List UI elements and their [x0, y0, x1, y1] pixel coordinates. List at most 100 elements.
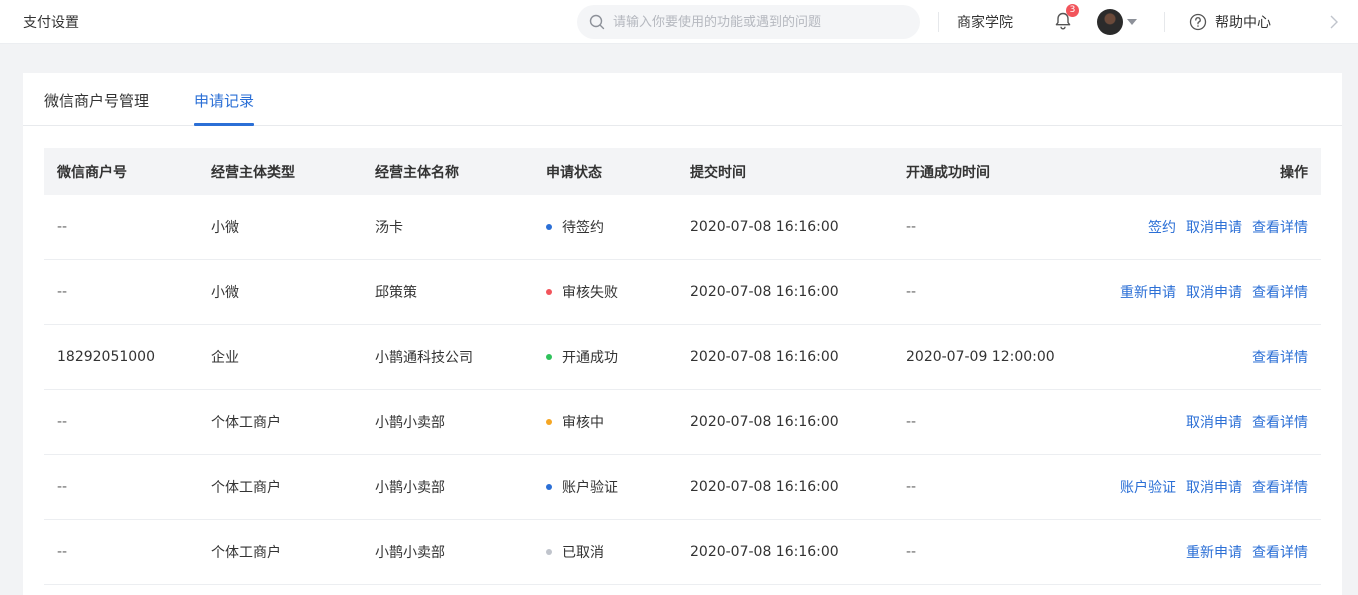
status-cell: 已取消 — [546, 520, 604, 584]
action-link[interactable]: 查看详情 — [1252, 412, 1308, 432]
table-row: -- 小微 邱策策 审核失败 2020-07-08 16:16:00 -- 重新申请 取消申请… — [44, 260, 1321, 325]
search-icon — [589, 14, 605, 30]
entity-type-cell: 个体工商户 — [211, 480, 281, 496]
opened-time-cell: -- — [906, 544, 917, 560]
column-header: 开通成功时间 — [906, 164, 990, 181]
action-link[interactable]: 取消申请 — [1186, 282, 1242, 302]
merchant-id-cell: -- — [57, 479, 68, 495]
column-header: 微信商户号 — [57, 164, 127, 181]
chevron-right-icon[interactable] — [1329, 14, 1339, 30]
divider — [1164, 12, 1165, 32]
tab-application-records[interactable]: 申请记录 — [194, 90, 254, 111]
actions-cell: 签约 取消申请 查看详情 — [1148, 195, 1308, 259]
action-link[interactable]: 查看详情 — [1252, 477, 1308, 497]
table-row: -- 个体工商户 小鹊小卖部 已取消 2020-07-08 16:16:00 -- 重新申请… — [44, 520, 1321, 585]
notification-badge: 3 — [1066, 4, 1079, 17]
search-input[interactable] — [613, 14, 903, 30]
submitted-time-cell: 2020-07-08 16:16:00 — [690, 479, 839, 495]
top-bar: 支付设置 商家学院 3 帮助中心 — [0, 0, 1358, 44]
submitted-time-cell: 2020-07-08 16:16:00 — [690, 544, 839, 560]
merchant-id-cell: 18292051000 — [57, 349, 155, 365]
table-row: 18292051000 企业 小鹊通科技公司 开通成功 2020-07-08 16:16… — [44, 325, 1321, 390]
table-row: -- 小微 汤卡 待签约 2020-07-08 16:16:00 -- 签约 取消申请 查看详情 — [44, 195, 1321, 260]
action-link[interactable]: 取消申请 — [1186, 412, 1242, 432]
action-link[interactable]: 查看详情 — [1252, 217, 1308, 237]
status-label: 已取消 — [562, 545, 604, 561]
table-row: -- 个体工商户 小鹊小卖部 账户验证 2020-07-08 16:16:00 -- 账户验… — [44, 455, 1321, 520]
opened-time-cell: 2020-07-09 12:00:00 — [906, 349, 1055, 365]
entity-type-cell: 企业 — [211, 350, 239, 366]
active-tab-indicator — [194, 123, 254, 126]
status-dot — [546, 484, 552, 490]
status-cell: 开通成功 — [546, 325, 618, 389]
page-title: 支付设置 — [23, 15, 79, 31]
entity-name-cell: 邱策策 — [375, 285, 417, 301]
submitted-time-cell: 2020-07-08 16:16:00 — [690, 284, 839, 300]
opened-time-cell: -- — [906, 219, 917, 235]
status-dot — [546, 549, 552, 555]
actions-cell: 取消申请 查看详情 — [1186, 390, 1308, 454]
status-cell: 账户验证 — [546, 455, 618, 519]
action-link[interactable]: 查看详情 — [1252, 347, 1308, 367]
opened-time-cell: -- — [906, 479, 917, 495]
status-dot — [546, 289, 552, 295]
avatar[interactable] — [1097, 9, 1123, 35]
submitted-time-cell: 2020-07-08 16:16:00 — [690, 414, 839, 430]
merchant-id-cell: -- — [57, 414, 68, 430]
status-label: 账户验证 — [562, 480, 618, 496]
merchant-id-cell: -- — [57, 284, 68, 300]
tab-bar: 微信商户号管理 申请记录 — [23, 73, 1342, 126]
actions-cell: 重新申请 查看详情 — [1186, 520, 1308, 584]
status-cell: 审核中 — [546, 390, 604, 454]
actions-cell: 查看详情 — [1252, 325, 1308, 389]
status-cell: 待签约 — [546, 195, 604, 259]
action-link[interactable]: 查看详情 — [1252, 542, 1308, 562]
action-link[interactable]: 取消申请 — [1186, 217, 1242, 237]
entity-type-cell: 个体工商户 — [211, 545, 281, 561]
column-header: 经营主体类型 — [211, 164, 295, 181]
opened-time-cell: -- — [906, 284, 917, 300]
actions-cell: 账户验证 取消申请 查看详情 — [1120, 455, 1308, 519]
table-body: -- 小微 汤卡 待签约 2020-07-08 16:16:00 -- 签约 取消申请 查看详情… — [44, 195, 1321, 585]
entity-name-cell: 小鹊小卖部 — [375, 415, 445, 431]
chevron-down-icon[interactable] — [1127, 19, 1137, 25]
status-label: 审核中 — [562, 415, 604, 431]
table-row: -- 个体工商户 小鹊小卖部 审核中 2020-07-08 16:16:00 -- 取消申请… — [44, 390, 1321, 455]
action-link[interactable]: 查看详情 — [1252, 282, 1308, 302]
column-header: 操作 — [1280, 164, 1308, 181]
status-cell: 审核失败 — [546, 260, 618, 324]
search-box[interactable] — [577, 5, 920, 39]
status-dot — [546, 354, 552, 360]
help-center-link[interactable]: 帮助中心 — [1189, 12, 1271, 32]
entity-type-cell: 个体工商户 — [211, 415, 281, 431]
column-header: 提交时间 — [690, 164, 746, 181]
divider — [938, 12, 939, 32]
entity-type-cell: 小微 — [211, 220, 239, 236]
entity-name-cell: 小鹊小卖部 — [375, 545, 445, 561]
table-header: 微信商户号 经营主体类型 经营主体名称 申请状态 提交时间 开通成功时间 操作 — [44, 148, 1321, 195]
status-label: 开通成功 — [562, 350, 618, 366]
submitted-time-cell: 2020-07-08 16:16:00 — [690, 219, 839, 235]
action-link[interactable]: 取消申请 — [1186, 477, 1242, 497]
column-header: 申请状态 — [546, 164, 602, 181]
entity-name-cell: 汤卡 — [375, 220, 403, 236]
action-link[interactable]: 签约 — [1148, 217, 1176, 237]
entity-name-cell: 小鹊通科技公司 — [375, 350, 473, 366]
action-link[interactable]: 账户验证 — [1120, 477, 1176, 497]
records-table: 微信商户号 经营主体类型 经营主体名称 申请状态 提交时间 开通成功时间 操作 … — [44, 148, 1321, 585]
entity-type-cell: 小微 — [211, 285, 239, 301]
status-dot — [546, 224, 552, 230]
tab-merchant-management[interactable]: 微信商户号管理 — [44, 90, 149, 111]
submitted-time-cell: 2020-07-08 16:16:00 — [690, 349, 839, 365]
status-label: 待签约 — [562, 220, 604, 236]
help-center-label: 帮助中心 — [1215, 15, 1271, 31]
content-card: 微信商户号管理 申请记录 微信商户号 经营主体类型 经营主体名称 申请状态 提交… — [23, 73, 1342, 595]
status-dot — [546, 419, 552, 425]
merchant-id-cell: -- — [57, 544, 68, 560]
action-link[interactable]: 重新申请 — [1120, 282, 1176, 302]
action-link[interactable]: 重新申请 — [1186, 542, 1242, 562]
column-header: 经营主体名称 — [375, 164, 459, 181]
academy-link[interactable]: 商家学院 — [957, 12, 1013, 32]
status-label: 审核失败 — [562, 285, 618, 301]
entity-name-cell: 小鹊小卖部 — [375, 480, 445, 496]
